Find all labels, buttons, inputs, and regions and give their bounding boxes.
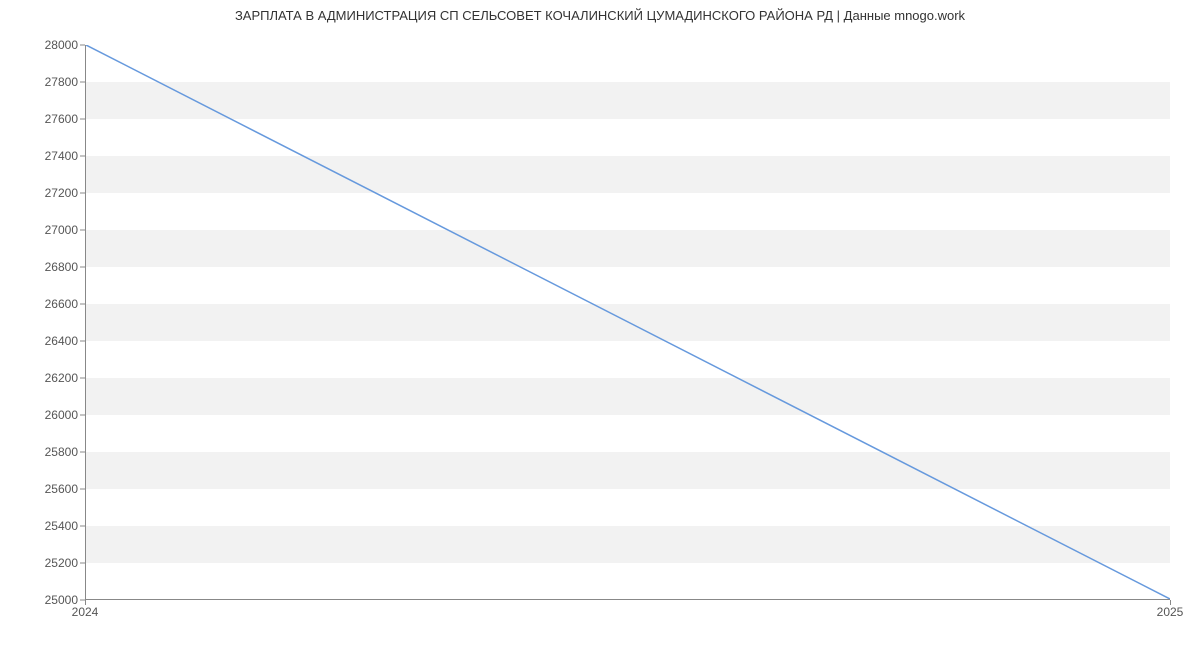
y-tick-mark: [80, 452, 85, 453]
y-tick-label: 25400: [8, 519, 78, 533]
y-tick-label: 26600: [8, 297, 78, 311]
y-tick-label: 28000: [8, 38, 78, 52]
grid-band: [86, 230, 1170, 267]
y-tick-label: 27600: [8, 112, 78, 126]
x-tick-mark: [1170, 600, 1171, 605]
y-tick-label: 26200: [8, 371, 78, 385]
y-tick-label: 27800: [8, 75, 78, 89]
y-tick-mark: [80, 119, 85, 120]
grid-band: [86, 156, 1170, 193]
y-tick-label: 25600: [8, 482, 78, 496]
y-tick-label: 27200: [8, 186, 78, 200]
y-tick-label: 26000: [8, 408, 78, 422]
y-tick-mark: [80, 230, 85, 231]
chart-title: ЗАРПЛАТА В АДМИНИСТРАЦИЯ СП СЕЛЬСОВЕТ КО…: [0, 8, 1200, 23]
y-tick-mark: [80, 341, 85, 342]
plot-area: [85, 45, 1170, 600]
x-tick-label: 2025: [1157, 605, 1184, 619]
x-tick-mark: [85, 600, 86, 605]
grid-band: [86, 452, 1170, 489]
y-tick-mark: [80, 378, 85, 379]
y-tick-mark: [80, 156, 85, 157]
y-tick-label: 25200: [8, 556, 78, 570]
x-tick-label: 2024: [72, 605, 99, 619]
y-tick-mark: [80, 193, 85, 194]
grid-band: [86, 526, 1170, 563]
y-tick-mark: [80, 526, 85, 527]
y-tick-label: 27000: [8, 223, 78, 237]
y-tick-mark: [80, 82, 85, 83]
y-tick-label: 25000: [8, 593, 78, 607]
y-tick-mark: [80, 415, 85, 416]
grid-band: [86, 378, 1170, 415]
y-tick-label: 26400: [8, 334, 78, 348]
grid-band: [86, 304, 1170, 341]
y-tick-label: 27400: [8, 149, 78, 163]
grid-band: [86, 82, 1170, 119]
y-tick-mark: [80, 45, 85, 46]
y-tick-mark: [80, 267, 85, 268]
y-tick-label: 25800: [8, 445, 78, 459]
y-tick-mark: [80, 563, 85, 564]
y-tick-label: 26800: [8, 260, 78, 274]
y-tick-mark: [80, 489, 85, 490]
y-tick-mark: [80, 304, 85, 305]
